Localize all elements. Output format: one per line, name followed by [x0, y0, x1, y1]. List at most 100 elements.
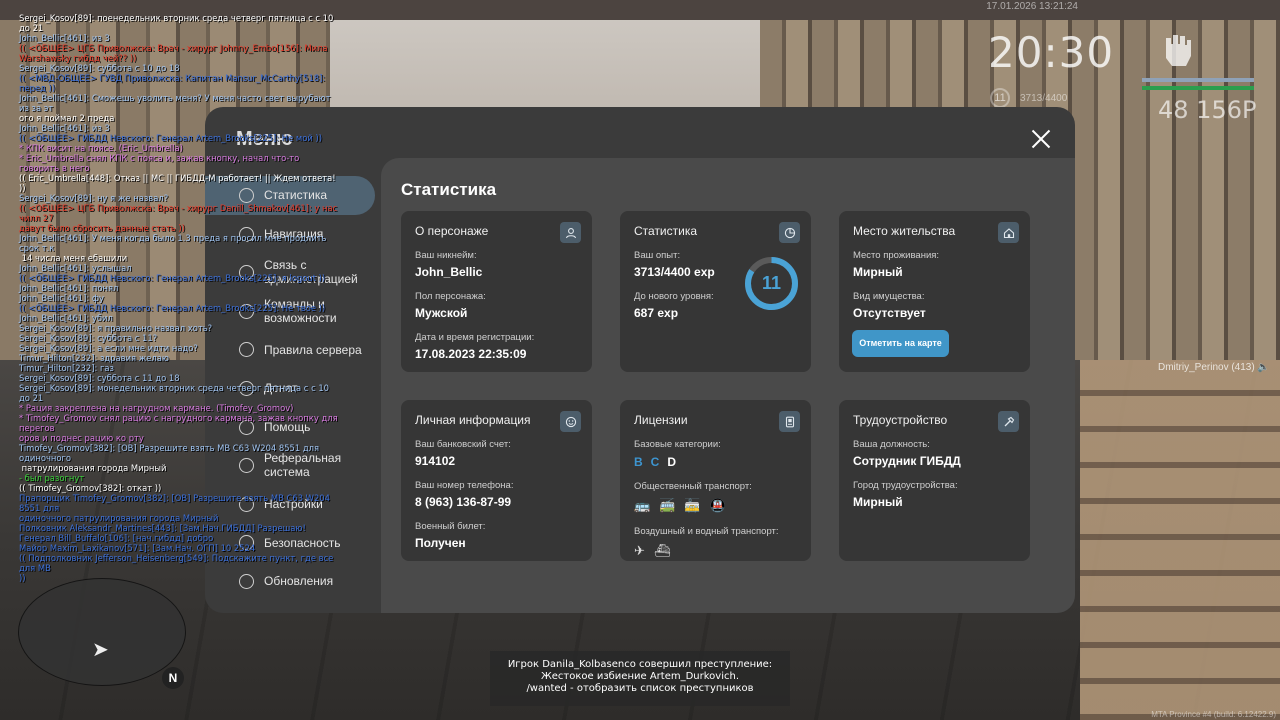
chat-line: * КПК висит на поясе. (Eric_Umbrella) [19, 143, 183, 153]
face-icon [560, 411, 581, 432]
chat-line: Генерал Bill_Buffalo[106]: [нач.гибдд] д… [19, 533, 214, 543]
player-arrow-icon: ➤ [92, 639, 109, 661]
background-shelf [1080, 360, 1280, 720]
fist-icon [1166, 35, 1191, 66]
card-title: Личная информация [415, 413, 531, 427]
chat-line: одиночного патрулирования города Мирный [19, 513, 219, 523]
build-tag: MTA Province #4 (build: 6.12422.9) [1151, 710, 1276, 719]
card-title: Трудоустройство [853, 413, 948, 427]
place-label: Место проживания: [853, 250, 940, 261]
chat-line: 14 числа меня ебашили [19, 253, 128, 263]
gender-value: Мужской [415, 306, 468, 320]
position-label: Ваша должность: [853, 439, 930, 450]
chat-line: * Timofey_Gromov снял рацию с нагрудного… [19, 413, 341, 433]
chat-line: давут было сбросить данные стать )) [19, 223, 185, 233]
crime-notification: Игрок Danila_Kolbasenco совершил преступ… [490, 651, 790, 706]
chat-line: Sergei_Kosov[89]: суббота с 10 до 18 [19, 63, 180, 73]
chat-line: Warshawsky гибдд чей?? )) [19, 53, 137, 63]
chat-line: - был разогнут [19, 473, 85, 483]
property-label: Вид имущества: [853, 291, 925, 302]
base-categories-label: Базовые категории: [634, 439, 721, 450]
chat-line: Прапорщик Timofey_Gromov[382]: [ОВ] Разр… [19, 493, 333, 513]
chat-line: John_Bellic[461]: Сможешь уволить меня? … [19, 93, 334, 113]
chat-log: Sergei_Kosov[89]: поенедельник вторник с… [19, 13, 339, 583]
chat-line: Майор Maxim_Laxikanov[571]: [Зам.Нач. ОГ… [19, 543, 256, 553]
user-icon [560, 222, 581, 243]
military-value: Получен [415, 536, 466, 550]
chat-line: * Рация закреплена на нагрудном кармане.… [19, 403, 294, 413]
chat-line: Sergei_Kosov[89]: поенедельник вторник с… [19, 13, 336, 33]
category-c: C [650, 455, 660, 469]
speaker-icon: 🔈 [1257, 362, 1270, 373]
card-job: Трудоустройство Ваша должность: Сотрудни… [839, 400, 1030, 561]
close-icon[interactable] [1028, 126, 1054, 152]
reg-label: Дата и время регистрации: [415, 332, 535, 343]
chat-line: John_Bellic[461]: услышал [19, 263, 132, 273]
mark-on-map-button[interactable]: Отметить на карте [852, 330, 949, 357]
air-water-icons: ✈ ⛴ [634, 543, 797, 559]
chat-line: Timur_Hilton[232]: здравия желаю [19, 353, 169, 363]
hud-clock: 20:30 [988, 28, 1115, 77]
city-value: Мирный [853, 495, 903, 509]
chat-line: * Eric_Umbrella снял КПК с пояса и, зажа… [19, 153, 302, 173]
card-title: О персонаже [415, 224, 489, 238]
card-personal: Личная информация Ваш банковский счет: 9… [401, 400, 592, 561]
public-transport-label: Общественный транспорт: [634, 481, 752, 492]
hud-level: 11 3713/4400 [990, 88, 1100, 108]
minimap [18, 578, 186, 686]
chat-line: (( Eric_Umbrella[448]: Отказ || МС || ГИ… [19, 173, 339, 193]
hud-level-circle: 11 [990, 88, 1010, 108]
chat-line: (( <ОБЩЕЕ> ЦГБ Приволжска: Врач - хирург… [19, 43, 328, 53]
bank-value: 914102 [415, 454, 456, 468]
notice-line-2: Жестокое избиение Artem_Durkovich. [540, 671, 740, 682]
chat-line: John_Bellic[461]: понял [19, 283, 119, 293]
house-icon [998, 222, 1019, 243]
health-bar [1142, 86, 1254, 90]
chat-line: Timofey_Gromov[382]: [ОВ] Разрешите взят… [19, 443, 322, 463]
card-title: Место жительства [853, 224, 956, 238]
chat-line: (( Timofey_Gromov[382]: откат )) [19, 483, 162, 493]
bus-icon: 🚌 [634, 498, 651, 513]
chat-line: (( <ОБЩЕЕ> ГИБДД Невского: Генерал Artem… [19, 303, 326, 313]
military-label: Военный билет: [415, 521, 486, 532]
chat-line: (( Подполковник Jefferson_Heisenberg[549… [19, 553, 337, 573]
chat-line: патрулирования города Мирный [19, 463, 167, 473]
hud-datetime: 17.01.2026 13:21:24 [986, 1, 1078, 12]
hud-bars [1142, 78, 1254, 90]
chat-line: ого я поймал 2 преда [19, 113, 115, 123]
chat-line: John_Bellic[461]: из 3 [19, 33, 110, 43]
chat-line: оров и поднес рацию ко рту [19, 433, 144, 443]
chat-line: Sergei_Kosov[89]: суббота с 11? [19, 333, 158, 343]
card-title: Лицензии [634, 413, 688, 427]
chat-line: Sergei_Kosov[89]: я правильно назвал хот… [19, 323, 213, 333]
chat-line: John_Bellic[461]: убил [19, 313, 113, 323]
nick-label: Ваш никнейм: [415, 250, 477, 261]
level-number: 11 [761, 273, 782, 293]
chat-line: (( <МВД-ОБЩЕЕ> ГУВД Приволжска: Капитан … [19, 73, 328, 93]
chat-line: )) [19, 573, 26, 583]
chat-line: Sergei_Kosov[89]: монедельник вторник ср… [19, 383, 332, 403]
public-transport-icons: 🚌 🚎 🚋 🚇 [634, 498, 797, 514]
place-value: Мирный [853, 265, 903, 279]
chat-line: John_Bellic[461]: из 3 [19, 123, 110, 133]
card-licenses: Лицензии Базовые категории: B C D Общест… [620, 400, 811, 561]
phone-label: Ваш номер телефона: [415, 480, 514, 491]
chat-line: Sergei_Kosov[89]: ну я же назвал? [19, 193, 169, 203]
city-label: Город трудоустройства: [853, 480, 958, 491]
tram-icon: 🚋 [684, 498, 701, 513]
card-title: Статистика [634, 224, 698, 238]
license-icon [779, 411, 800, 432]
category-d: D [667, 455, 677, 469]
hud-level-exp: 3713/4400 [1020, 93, 1068, 104]
chat-line: John_Bellic[461]: фу [19, 293, 105, 303]
chat-line: (( <ОБЩЕЕ> ЦГБ Приволжска: Врач - хирург… [19, 203, 340, 223]
plane-icon: ✈ [634, 543, 645, 558]
stats-heading: Статистика [401, 180, 497, 199]
reg-value: 17.08.2023 22:35:09 [415, 347, 527, 361]
chat-line: John_Bellic[461]: У меня когда было 1.3 … [19, 233, 330, 253]
pie-chart-icon [779, 222, 800, 243]
license-categories: B C D [634, 455, 797, 469]
trolleybus-icon: 🚎 [659, 498, 676, 513]
category-b: B [634, 455, 643, 469]
chat-line: (( <ОБЩЕЕ> ГИБДД Невского: Генерал Artem… [19, 273, 326, 283]
